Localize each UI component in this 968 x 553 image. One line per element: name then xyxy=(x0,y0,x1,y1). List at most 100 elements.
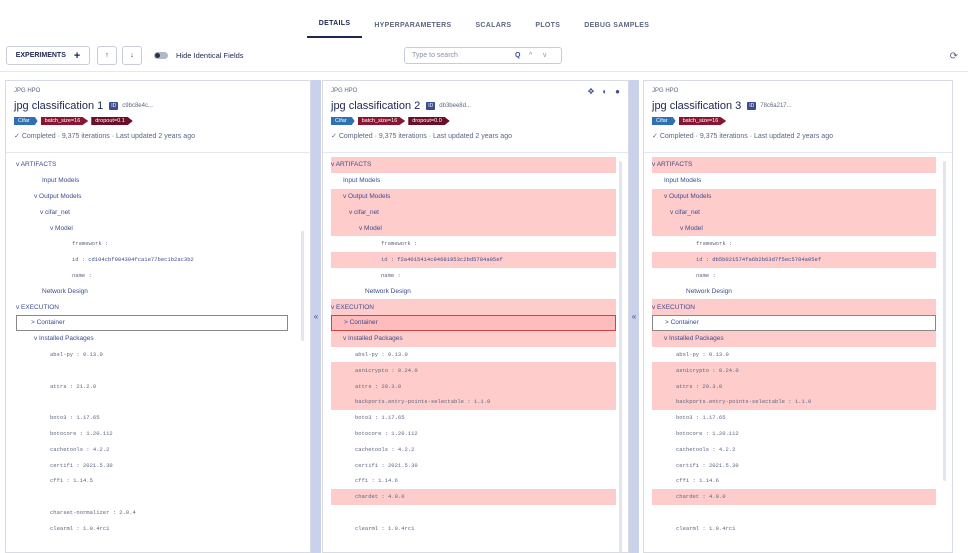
row-label: v Model xyxy=(50,224,73,232)
tag-chip[interactable]: batch_size=16 xyxy=(678,117,727,125)
tree-leaf-row: id : f2a4015414c94681953c2bd5784a05ef xyxy=(331,251,616,268)
tree-leaf-row: attrs : 21.2.0 xyxy=(16,378,288,394)
tab-hyperparameters[interactable]: HYPERPARAMETERS xyxy=(362,22,463,38)
status-text: Completed · 9,375 iterations · Last upda… xyxy=(338,133,512,140)
panel-actions: ✥ ◐ ● xyxy=(588,87,620,96)
move-icon[interactable]: ✥ xyxy=(588,87,595,96)
experiment-title[interactable]: jpg classification 2 xyxy=(331,100,420,112)
tree-leaf-row: absl-py : 0.13.0 xyxy=(16,347,288,363)
collapse-panel-1[interactable]: « xyxy=(311,80,321,553)
row-label: v ARTIFACTS xyxy=(652,161,693,169)
tree-node-row[interactable]: v Output Models xyxy=(652,188,936,205)
tree-node-row[interactable]: Network Design xyxy=(331,283,616,299)
collapse-icon: « xyxy=(631,312,637,321)
search-prev-icon[interactable]: ^ xyxy=(529,52,532,59)
tree-leaf-row: cachetools : 4.2.2 xyxy=(331,441,616,457)
tree-node-row[interactable]: > Container xyxy=(652,314,936,331)
tree-leaf-row: framework : xyxy=(16,236,288,252)
tree-node-row[interactable]: Network Design xyxy=(652,283,936,299)
tree-node-row[interactable]: v ARTIFACTS xyxy=(331,157,616,173)
tree-node-row[interactable]: Network Design xyxy=(16,283,288,299)
refresh-icon[interactable]: ⟳ xyxy=(950,51,958,62)
experiment-id[interactable]: ID db3bee8d... xyxy=(426,102,471,110)
tag-chip[interactable]: dropout=0.0 xyxy=(408,117,450,125)
row-label: botocore : 1.20.112 xyxy=(676,429,739,437)
row-label: certifi : 2021.5.30 xyxy=(50,461,113,469)
tree-node-row[interactable]: v ARTIFACTS xyxy=(652,157,936,173)
row-label: backports.entry-points-selectable : 1.1.… xyxy=(676,398,812,406)
row-label: boto3 : 1.17.65 xyxy=(676,414,726,422)
tree-leaf-row: id : cd104cbf984394fca1e77bec1b2ac3b2 xyxy=(16,252,288,268)
project-name: JPG HPO xyxy=(652,88,679,94)
move-up-button[interactable]: ↑ xyxy=(97,46,117,65)
tag-chip[interactable]: Cifar xyxy=(331,117,355,125)
experiment-id[interactable]: ID c9bc8e4c... xyxy=(109,102,153,110)
tree-leaf-row: asn1crypto : 0.24.0 xyxy=(652,362,936,379)
row-label: > Container xyxy=(665,319,699,327)
row-label: v cifar_net xyxy=(40,208,70,216)
experiment-title[interactable]: jpg classification 3 xyxy=(652,100,741,112)
search-next-icon[interactable]: v xyxy=(543,52,547,59)
tree-node-row[interactable]: v Installed Packages xyxy=(16,331,288,347)
tag-chip[interactable]: batch_size=16 xyxy=(40,117,89,125)
tree-leaf-row: cffi : 1.14.6 xyxy=(652,473,936,489)
tree-node-row[interactable]: v cifar_net xyxy=(16,204,288,220)
tag-chip[interactable]: Cifar xyxy=(652,117,676,125)
scrollbar[interactable] xyxy=(943,161,946,481)
experiment-title[interactable]: jpg classification 1 xyxy=(14,100,103,112)
move-down-button[interactable]: ↓ xyxy=(122,46,142,65)
tree-node-row[interactable]: > Container xyxy=(331,314,616,331)
tree-node-row[interactable]: v Output Models xyxy=(331,188,616,205)
tree-leaf-row xyxy=(652,505,936,521)
row-label: > Container xyxy=(31,319,65,327)
tree-node-row[interactable]: v cifar_net xyxy=(652,204,936,221)
tree-node-row[interactable]: v EXECUTION xyxy=(331,299,616,315)
contrast-icon[interactable]: ◐ xyxy=(602,87,607,96)
tree-node-row[interactable]: Input Models xyxy=(16,173,288,189)
tree-node-row[interactable]: > Container xyxy=(16,314,288,331)
tag-chip[interactable]: Cifar xyxy=(14,117,38,125)
tag-chip[interactable]: dropout=0.1 xyxy=(91,117,133,125)
tab-plots[interactable]: PLOTS xyxy=(523,22,572,38)
tree-leaf-row: cachetools : 4.2.2 xyxy=(652,441,936,457)
tree-node-row[interactable]: v Model xyxy=(16,220,288,236)
collapse-panel-2[interactable]: « xyxy=(629,80,639,553)
tab-scalars[interactable]: SCALARS xyxy=(463,22,523,38)
row-label: v Output Models xyxy=(343,192,391,200)
tree-leaf-row: charset-normalizer : 2.0.4 xyxy=(16,505,288,521)
model-id-value: f2a4015414c94681953c2bd5784a05ef xyxy=(397,256,503,264)
experiment-id[interactable]: ID 78c6a217... xyxy=(747,102,792,110)
row-label: v cifar_net xyxy=(670,208,700,216)
tree-node-row[interactable]: v Model xyxy=(652,220,936,236)
tree-leaf-row: certifi : 2021.5.30 xyxy=(652,457,936,473)
tree-leaf-row: clearml : 1.0.4rc1 xyxy=(16,520,288,536)
project-name: JPG HPO xyxy=(331,88,358,94)
scrollbar[interactable] xyxy=(619,161,622,552)
tree-node-row[interactable]: v cifar_net xyxy=(331,204,616,221)
tab-debug-samples[interactable]: DEBUG SAMPLES xyxy=(572,22,661,38)
row-label: v Output Models xyxy=(664,192,712,200)
tag-chip[interactable]: batch_size=16 xyxy=(357,117,406,125)
model-id-value: cd104cbf984394fca1e77bec1b2ac3b2 xyxy=(88,256,194,264)
tree-node-row[interactable]: v Installed Packages xyxy=(652,330,936,347)
row-label: id : xyxy=(381,256,395,264)
tree-node-row[interactable]: Input Models xyxy=(652,173,936,189)
search-input[interactable]: Type to search Q ^ v xyxy=(404,47,562,64)
search-icon: Q xyxy=(515,52,521,59)
row-label: clearml : 1.0.4rc1 xyxy=(676,524,736,532)
row-label: v cifar_net xyxy=(349,208,379,216)
tree-node-row[interactable]: v EXECUTION xyxy=(16,299,288,315)
tree-node-row[interactable]: v Installed Packages xyxy=(331,330,616,347)
hide-identical-toggle[interactable] xyxy=(154,52,168,59)
row-label: certifi : 2021.5.30 xyxy=(676,461,739,469)
experiments-button[interactable]: EXPERIMENTS + xyxy=(6,46,90,65)
tree-node-row[interactable]: v ARTIFACTS xyxy=(16,157,288,173)
experiment-panel-2: JPG HPO ✥ ◐ ● jpg classification 2 ID db3… xyxy=(322,80,629,553)
tab-details[interactable]: DETAILS xyxy=(306,20,363,38)
tree-node-row[interactable]: Input Models xyxy=(331,173,616,189)
tree-node-row[interactable]: v Output Models xyxy=(16,189,288,205)
scrollbar[interactable] xyxy=(301,231,304,341)
remove-icon[interactable]: ● xyxy=(615,87,620,96)
tree-node-row[interactable]: v EXECUTION xyxy=(652,299,936,315)
tree-node-row[interactable]: v Model xyxy=(331,220,616,236)
